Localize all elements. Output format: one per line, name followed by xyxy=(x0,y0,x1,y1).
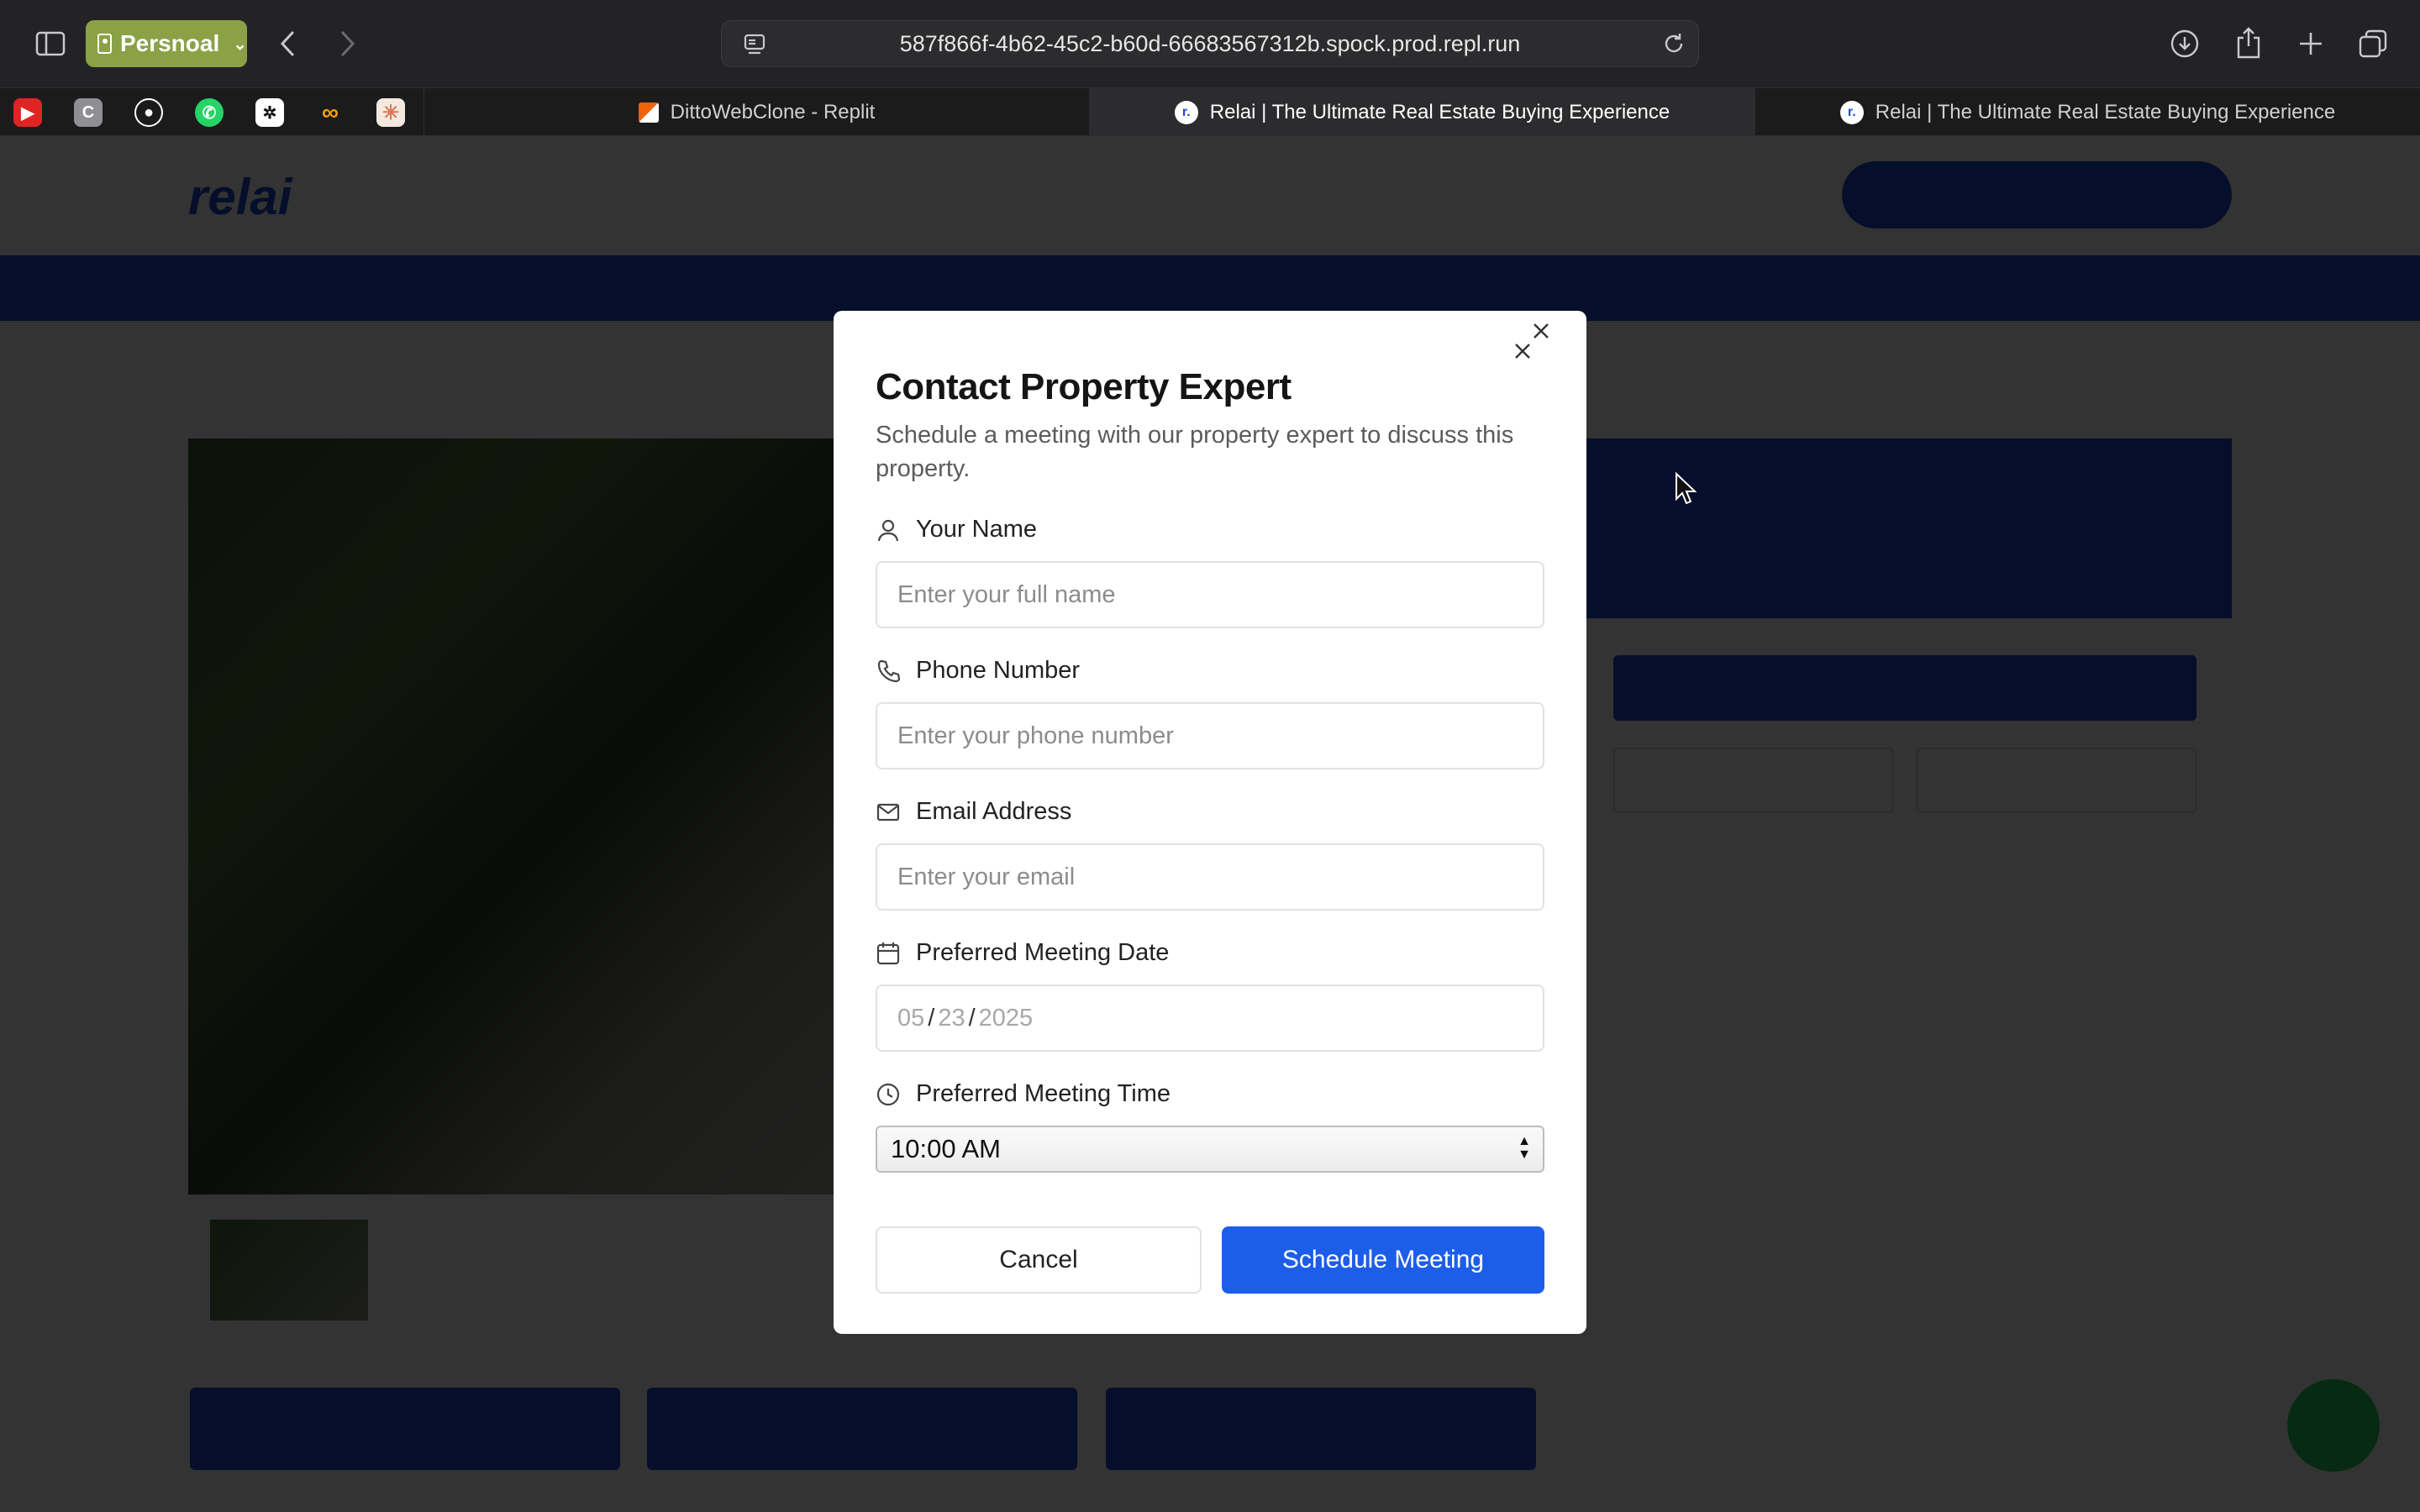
back-icon[interactable] xyxy=(271,25,304,62)
date-separator: / xyxy=(968,1004,976,1032)
tab-label: Relai | The Ultimate Real Estate Buying … xyxy=(1209,101,1670,123)
profile-button[interactable]: Persnoal ⌄ xyxy=(86,20,247,67)
close-icon[interactable] xyxy=(1506,334,1539,368)
tab-relai[interactable]: r. Relai | The Ultimate Real Estate Buyi… xyxy=(1754,88,2420,137)
modal-title: Contact Property Expert xyxy=(876,366,1292,407)
phone-label-text: Phone Number xyxy=(916,657,1081,684)
date-year[interactable]: 2025 xyxy=(979,1005,1034,1032)
chevron-down-icon: ⌄ xyxy=(233,34,247,54)
share-icon[interactable] xyxy=(2230,24,2267,62)
date-month[interactable]: 05 xyxy=(897,1005,924,1032)
phone-icon xyxy=(877,659,901,682)
tab-relai-active[interactable]: r. Relai | The Ultimate Real Estate Buyi… xyxy=(1089,88,1754,137)
date-label-text: Preferred Meeting Date xyxy=(916,939,1170,966)
forward-icon[interactable] xyxy=(331,25,365,62)
youtube-icon[interactable]: ▶ xyxy=(13,98,42,127)
name-label-text: Your Name xyxy=(916,516,1038,543)
date-input[interactable]: 05 / 23 / 2025 xyxy=(876,984,1544,1052)
github-icon[interactable]: ● xyxy=(134,98,163,127)
date-separator: / xyxy=(928,1004,935,1032)
whatsapp-icon[interactable]: ✆ xyxy=(195,98,224,127)
openai-icon[interactable]: ✲ xyxy=(255,98,284,127)
new-tab-icon[interactable] xyxy=(2292,25,2329,62)
cancel-button[interactable]: Cancel xyxy=(876,1226,1202,1294)
mouse-cursor-icon xyxy=(1674,471,1699,510)
tab-label: Relai | The Ultimate Real Estate Buying … xyxy=(1875,101,2336,123)
calendar-icon xyxy=(876,942,900,964)
relai-favicon-icon: r. xyxy=(1174,101,1198,124)
email-label: Email Address xyxy=(876,798,1071,826)
url-text: 587f866f-4b62-45c2-b60d-66683567312b.spo… xyxy=(899,30,1521,56)
time-label-text: Preferred Meeting Time xyxy=(916,1080,1171,1107)
user-icon xyxy=(877,519,899,541)
time-label: Preferred Meeting Time xyxy=(876,1080,1171,1108)
downloads-icon[interactable] xyxy=(2166,25,2203,62)
infinity-icon[interactable]: ∞ xyxy=(316,98,345,127)
replit-icon xyxy=(638,102,659,123)
phone-label: Phone Number xyxy=(876,657,1080,685)
email-input[interactable] xyxy=(876,843,1544,911)
contact-expert-modal: Contact Property Expert Schedule a meeti… xyxy=(834,311,1586,1334)
tab-overview-icon[interactable] xyxy=(2354,25,2391,62)
tab-label: DittoWebClone - Replit xyxy=(670,101,876,123)
date-label: Preferred Meeting Date xyxy=(876,939,1169,967)
site-settings-icon[interactable] xyxy=(744,33,767,62)
address-bar[interactable]: 587f866f-4b62-45c2-b60d-66683567312b.spo… xyxy=(721,20,1699,67)
name-input[interactable] xyxy=(876,561,1544,628)
tab-bar: ▶ C ● ✆ ✲ ∞ ✳ DittoWebClone - Replit r. … xyxy=(0,87,2420,137)
mail-icon xyxy=(876,803,900,821)
profile-badge-icon xyxy=(97,34,112,54)
time-select[interactable]: 10:00 AM ▲ ▼ xyxy=(876,1126,1544,1173)
claude-icon[interactable]: ✳ xyxy=(376,98,405,127)
modal-subtitle: Schedule a meeting with our property exp… xyxy=(876,422,1514,482)
select-arrows-icon: ▲ ▼ xyxy=(1518,1134,1531,1162)
phone-input[interactable] xyxy=(876,702,1544,769)
schedule-meeting-button[interactable]: Schedule Meeting xyxy=(1222,1226,1544,1294)
relai-favicon-icon: r. xyxy=(1839,101,1864,124)
tab-dittowebclone[interactable]: DittoWebClone - Replit xyxy=(424,88,1089,137)
date-day[interactable]: 23 xyxy=(938,1005,965,1032)
sidebar-toggle-icon[interactable] xyxy=(34,27,67,60)
time-select-value: 10:00 AM xyxy=(891,1134,1001,1163)
browser-toolbar: Persnoal ⌄ 587f866f-4b62-45c2-b60d-66683… xyxy=(0,0,2420,87)
name-label: Your Name xyxy=(876,516,1037,543)
reload-icon[interactable] xyxy=(1661,31,1686,62)
profile-label: Persnoal xyxy=(119,30,220,56)
email-label-text: Email Address xyxy=(916,798,1072,825)
clock-icon xyxy=(876,1083,900,1105)
c-icon[interactable]: C xyxy=(74,98,103,127)
